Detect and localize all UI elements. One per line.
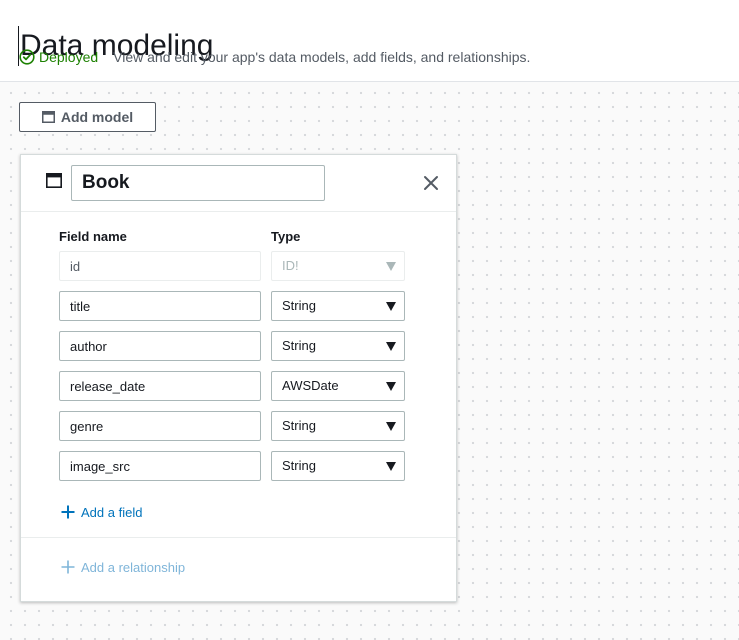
modeling-canvas: Add model Field name Type ID! Strin — [0, 82, 739, 640]
caret-down-icon — [386, 382, 396, 391]
table-icon — [41, 111, 55, 123]
field-name-input[interactable] — [59, 331, 261, 361]
caret-down-icon — [386, 422, 396, 431]
field-name-input[interactable] — [59, 411, 261, 441]
caret-down-icon — [386, 302, 396, 311]
field-type-select[interactable]: AWSDate — [271, 371, 405, 401]
field-row: String — [59, 291, 409, 321]
field-row: ID! — [59, 251, 409, 281]
field-type-select[interactable]: String — [271, 451, 405, 481]
check-circle-icon — [19, 49, 35, 65]
field-row: String — [59, 331, 409, 361]
status-row: Deployed View and edit your app's data m… — [19, 47, 530, 67]
field-name-input[interactable] — [59, 451, 261, 481]
page-description: View and edit your app's data models, ad… — [113, 49, 531, 65]
field-type-select[interactable]: String — [271, 291, 405, 321]
add-model-label: Add model — [60, 109, 134, 125]
divider — [21, 537, 456, 538]
plus-icon — [61, 560, 75, 574]
model-name-input[interactable] — [71, 165, 325, 201]
field-type-select[interactable]: String — [271, 331, 405, 361]
add-model-button[interactable]: Add model — [19, 102, 156, 132]
field-type-select[interactable]: String — [271, 411, 405, 441]
caret-down-icon — [386, 262, 396, 271]
caret-down-icon — [386, 342, 396, 351]
add-field-label: Add a field — [81, 504, 143, 520]
type-column-header: Type — [271, 229, 301, 244]
page-header: Data modeling Deployed View and edit you… — [0, 0, 739, 82]
add-relationship-label: Add a relationship — [81, 559, 186, 575]
field-type-select: ID! — [271, 251, 405, 281]
add-relationship-link[interactable]: Add a relationship — [61, 557, 185, 577]
plus-icon — [61, 505, 75, 519]
model-card-header — [21, 155, 456, 212]
field-row: String — [59, 451, 409, 481]
field-name-input[interactable] — [59, 371, 261, 401]
field-name-input — [59, 251, 261, 281]
close-icon[interactable] — [422, 174, 440, 192]
status-badge: Deployed — [39, 49, 99, 65]
caret-down-icon — [386, 462, 396, 471]
field-row: AWSDate — [59, 371, 409, 401]
field-row: String — [59, 411, 409, 441]
add-field-link[interactable]: Add a field — [61, 502, 142, 522]
table-icon — [46, 173, 62, 188]
model-card-book: Field name Type ID! String String — [20, 154, 457, 602]
field-name-column-header: Field name — [59, 229, 127, 244]
field-name-input[interactable] — [59, 291, 261, 321]
